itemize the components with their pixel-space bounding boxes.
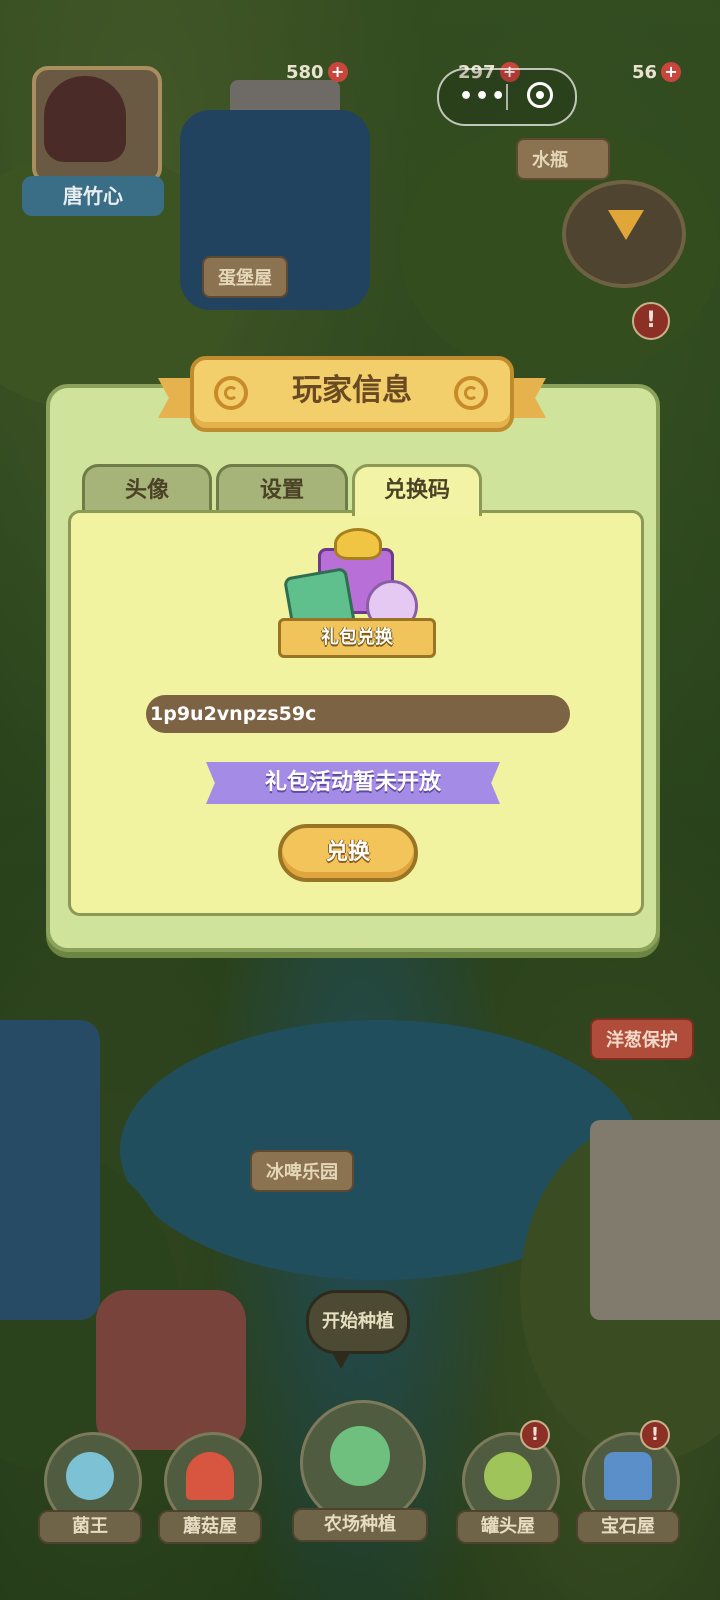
player-name: 唐竹心: [22, 176, 164, 216]
nav-label: 宝石屋: [576, 1510, 680, 1544]
event-status-banner: 礼包活动暂未开放: [206, 762, 500, 804]
modal-header: 玩家信息: [158, 356, 546, 432]
tab-redeem-code[interactable]: 兑换码: [352, 464, 482, 516]
fern-icon: [484, 1452, 532, 1500]
tab-avatar[interactable]: 头像: [82, 464, 212, 512]
nav-label: 罐头屋: [456, 1510, 560, 1544]
watering-can-icon: [330, 1426, 390, 1486]
alert-icon: !: [520, 1420, 550, 1450]
mushroom-house-icon: [186, 1452, 234, 1500]
energy-value: 56: [632, 62, 658, 83]
modal-title: 玩家信息: [292, 373, 412, 408]
tab-settings[interactable]: 设置: [216, 464, 348, 512]
redeem-button[interactable]: 兑换: [278, 824, 418, 882]
heart-jar-icon: [66, 1452, 114, 1500]
alert-icon: !: [640, 1420, 670, 1450]
nav-farm-planting[interactable]: 农场种植: [292, 1380, 428, 1550]
more-menu-icon[interactable]: •••: [459, 84, 507, 109]
add-energy-icon[interactable]: +: [661, 62, 682, 82]
gift-pack-icon: 礼包兑换: [278, 528, 436, 658]
gift-bow-icon: [334, 528, 382, 560]
nav-can-house[interactable]: 罐头屋 !: [456, 1420, 560, 1552]
water-bottle-sign[interactable]: 水瓶: [516, 138, 610, 180]
start-planting-bubble[interactable]: 开始种植: [306, 1290, 410, 1369]
energy-counter: 56 +: [632, 62, 682, 83]
download-arrow-icon: [608, 210, 644, 240]
close-miniprogram-icon[interactable]: [527, 82, 553, 108]
gem-shop-icon: [604, 1452, 652, 1500]
gift-banner: 礼包兑换: [278, 618, 436, 658]
player-avatar[interactable]: 唐竹心: [22, 66, 164, 216]
redeem-code-input[interactable]: [146, 695, 570, 733]
capsule-divider: [506, 84, 508, 110]
download-button[interactable]: [562, 180, 686, 288]
nav-label: 蘑菇屋: [158, 1510, 262, 1544]
nav-mushroom-house[interactable]: 蘑菇屋: [158, 1432, 262, 1552]
coins-value: 580: [286, 62, 324, 83]
avatar-image: [44, 76, 126, 162]
nav-mushroom-king[interactable]: 菌王: [38, 1432, 142, 1552]
alert-icon[interactable]: !: [632, 302, 670, 340]
nav-label: 农场种植: [292, 1508, 428, 1542]
add-coins-icon[interactable]: +: [327, 62, 348, 82]
nav-label: 菌王: [38, 1510, 142, 1544]
coins-counter: 580 +: [286, 62, 348, 83]
insurance-sign[interactable]: 洋葱保护: [590, 1018, 694, 1060]
nav-gem-house[interactable]: 宝石屋 !: [576, 1420, 680, 1552]
ice-park-sign[interactable]: 冰啤乐园: [250, 1150, 354, 1192]
egg-house-sign[interactable]: 蛋堡屋: [202, 256, 288, 298]
miniprogram-capsule: •••: [437, 68, 577, 126]
